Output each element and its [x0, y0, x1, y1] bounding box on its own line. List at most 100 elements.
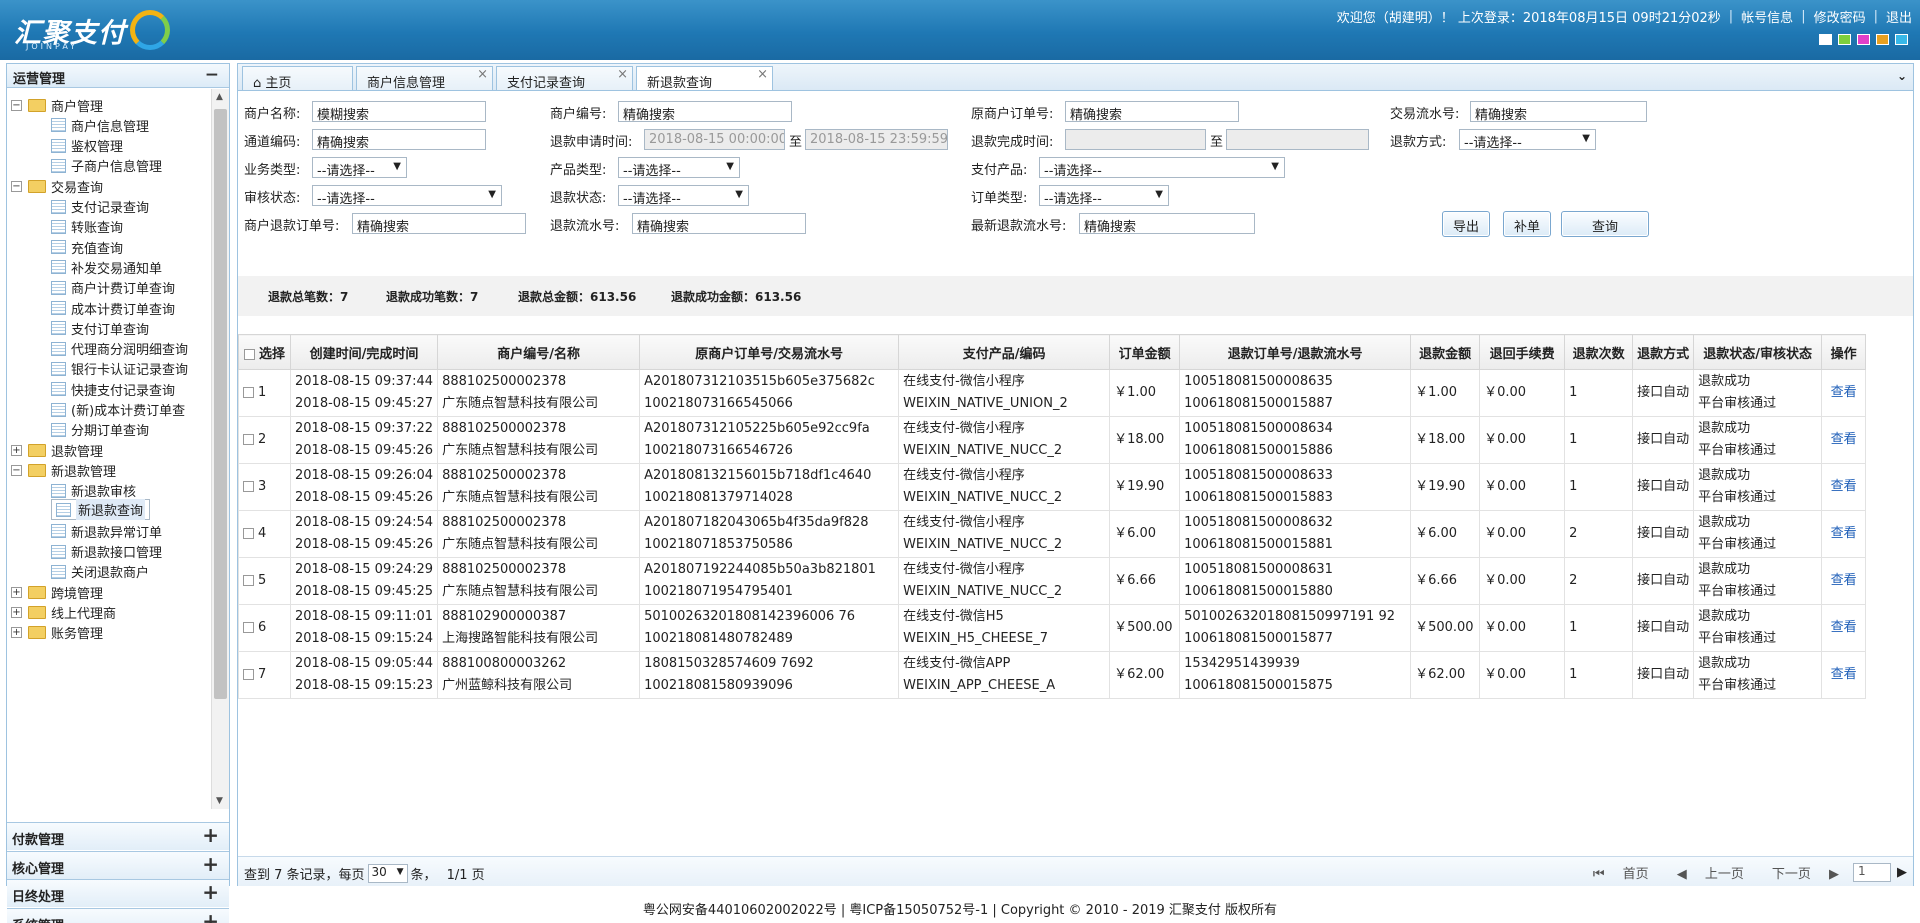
expand-icon[interactable]: + [202, 823, 219, 847]
sidebar-item-label: 分期订单查询 [71, 424, 150, 440]
supplement-order-button[interactable]: 补单 [1503, 211, 1551, 237]
theme-swatch-icon[interactable] [1876, 34, 1889, 45]
refund-count-cell: 1 [1564, 369, 1634, 417]
view-link[interactable]: 查看 [1831, 385, 1857, 400]
collapse-icon[interactable]: − [11, 99, 22, 111]
expand-icon[interactable]: + [11, 627, 22, 639]
merchant-no-input[interactable]: 精确搜索 [618, 101, 792, 122]
sidebar-item-20[interactable]: 新退款查询 [51, 499, 151, 520]
apply-time-to-input[interactable]: 2018-08-15 23:59:59 [805, 129, 948, 150]
view-link[interactable]: 查看 [1831, 432, 1857, 447]
folder-icon [28, 606, 46, 619]
page-icon [51, 219, 66, 234]
product-type-select[interactable]: --请选择-- ▼ [618, 157, 740, 179]
audit-status-select[interactable]: --请选择-- ▼ [312, 185, 502, 207]
sidebar-item-26[interactable]: + 账务管理 [11, 621, 103, 645]
collapse-icon[interactable]: − [205, 65, 219, 85]
scrollbar-thumb[interactable] [214, 109, 227, 699]
finish-time-to-input[interactable] [1226, 129, 1369, 150]
finish-time-from-input[interactable] [1065, 129, 1206, 150]
sidebar-panel-title[interactable]: 运营管理 − [7, 64, 229, 88]
theme-swatch-icon[interactable] [1857, 34, 1870, 45]
refund-way-cell: 接口自动 [1632, 463, 1695, 511]
latest-refund-serial-input[interactable]: 精确搜索 [1079, 213, 1255, 234]
refund-order-no-input[interactable]: 精确搜索 [352, 213, 526, 234]
logout-link[interactable]: 退出 [1886, 7, 1912, 26]
account-info-link[interactable]: 帐号信息 [1741, 7, 1793, 26]
row-checkbox[interactable] [243, 575, 254, 586]
close-icon[interactable]: × [757, 67, 768, 82]
close-icon[interactable]: × [477, 67, 488, 82]
trade-serial-input[interactable]: 精确搜索 [1470, 101, 1647, 122]
view-link[interactable]: 查看 [1831, 479, 1857, 494]
user-bar: 欢迎您（胡建明）！ 上次登录：2018年08月15日 09时21分02秒 | 帐… [1336, 7, 1912, 26]
refund-serial-input[interactable]: 精确搜索 [632, 213, 806, 234]
collapse-icon[interactable]: − [11, 180, 22, 192]
fee-cell: ￥0.00 [1479, 416, 1566, 464]
row-checkbox[interactable] [243, 387, 254, 398]
product-cell: 在线支付-微信小程序 WEIXIN_NATIVE_NUCC_2 [898, 416, 1111, 464]
page-number-input[interactable]: 1 [1853, 863, 1891, 882]
tab-new-refund-query[interactable]: 新退款查询 × [636, 66, 773, 92]
collapse-icon[interactable]: − [11, 464, 22, 476]
refund-status-select[interactable]: --请选择-- ▼ [618, 185, 749, 207]
channel-code-input[interactable]: 精确搜索 [312, 129, 486, 150]
tab-payment-records[interactable]: 支付记录查询 × [496, 66, 633, 91]
order-type-select[interactable]: --请选择-- ▼ [1039, 185, 1169, 207]
folder-icon [28, 463, 46, 477]
scroll-up-icon[interactable]: ▲ [216, 92, 223, 102]
expand-icon[interactable]: + [202, 852, 219, 876]
select-all-checkbox[interactable] [243, 348, 255, 360]
table-row: 3 2018-08-15 09:26:04 2018-08-15 09:45:26 8… [238, 463, 1867, 511]
view-link[interactable]: 查看 [1831, 667, 1857, 682]
theme-swatch-icon[interactable] [1819, 34, 1832, 45]
theme-swatch-icon[interactable] [1838, 34, 1851, 45]
row-checkbox[interactable] [243, 434, 254, 445]
biz-type-select[interactable]: --请选择-- ▼ [312, 157, 407, 179]
apply-time-from-input[interactable]: 2018-08-15 00:00:00 [644, 129, 785, 150]
refund-method-select[interactable]: --请选择-- ▼ [1459, 129, 1596, 151]
export-button[interactable]: 导出 [1442, 211, 1490, 237]
row-checkbox[interactable] [243, 481, 254, 492]
column-header: 退款订单号/退款流水号 [1179, 334, 1412, 370]
merchant-cell: 888100800003262 广州蓝鲸科技有限公司 [437, 651, 641, 699]
row-checkbox[interactable] [243, 622, 254, 633]
page-size-select[interactable]: 30 ▼ [367, 864, 408, 883]
column-header: 退回手续费 [1479, 334, 1566, 370]
tab-list-menu-icon[interactable]: ⌄ [1897, 69, 1907, 83]
dropdown-arrow-icon: ▼ [396, 867, 404, 877]
expand-icon[interactable]: + [11, 444, 22, 456]
expand-icon[interactable]: + [11, 586, 22, 598]
search-button[interactable]: 查询 [1561, 211, 1649, 237]
tab-home[interactable]: ⌂ 主页 [242, 66, 353, 91]
accordion-panel-0[interactable]: 付款管理 + [7, 822, 229, 850]
scroll-down-icon[interactable]: ▼ [216, 796, 223, 806]
pay-product-select[interactable]: --请选择-- ▼ [1039, 157, 1285, 179]
fee-cell: ￥0.00 [1479, 463, 1566, 511]
first-page-button[interactable]: ⏮ 首页 [1579, 863, 1649, 882]
orig-order-no-input[interactable]: 精确搜索 [1065, 101, 1239, 122]
accordion-panel-1[interactable]: 核心管理 + [7, 850, 229, 879]
view-link[interactable]: 查看 [1831, 573, 1857, 588]
sidebar-scrollbar[interactable]: ▲ ▼ [211, 89, 229, 809]
close-icon[interactable]: × [617, 67, 628, 82]
theme-swatch-icon[interactable] [1895, 34, 1908, 45]
refund-no-cell: 100518081500008632 100618081500015881 [1179, 510, 1412, 558]
expand-icon[interactable]: + [11, 607, 22, 618]
next-page-button[interactable]: 下一页 ▶ [1758, 863, 1839, 882]
dropdown-arrow-icon: ▼ [735, 189, 743, 200]
table-row: 5 2018-08-15 09:24:29 2018-08-15 09:45:25 8… [238, 557, 1867, 605]
row-checkbox[interactable] [243, 528, 254, 539]
change-password-link[interactable]: 修改密码 [1814, 7, 1866, 26]
row-checkbox[interactable] [243, 669, 254, 680]
footer-copyright: 粤公网安备44010602002022号 | 粤ICP备15050752号-1 … [642, 903, 1278, 918]
status-cell: 退款成功 平台审核通过 [1693, 463, 1823, 511]
prev-page-button[interactable]: ◀ 上一页 [1663, 863, 1744, 882]
next-page-icon: ▶ [1829, 867, 1839, 882]
view-link[interactable]: 查看 [1831, 620, 1857, 635]
merchant-name-input[interactable]: 模糊搜索 [312, 101, 486, 122]
view-link[interactable]: 查看 [1831, 526, 1857, 541]
go-page-icon[interactable]: ▶ [1897, 865, 1907, 880]
tab-merchant-info[interactable]: 商户信息管理 × [356, 66, 493, 91]
sidebar-item-label: 线上代理商 [51, 607, 117, 622]
